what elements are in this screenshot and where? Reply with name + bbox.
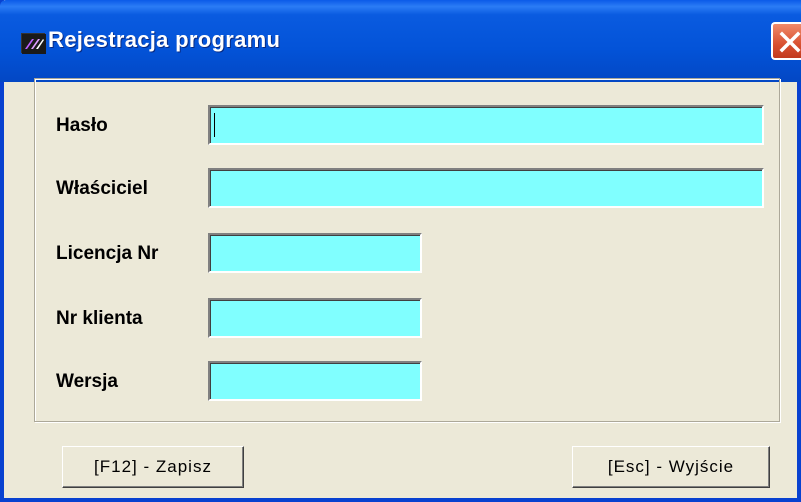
license-number-label: Licencja Nr xyxy=(56,243,159,264)
license-number-input[interactable] xyxy=(208,233,422,273)
version-label: Wersja xyxy=(56,371,118,392)
password-label: Hasło xyxy=(56,115,108,136)
app-logo-icon xyxy=(21,33,46,54)
window-title: Rejestracja programu xyxy=(48,27,281,52)
save-button[interactable]: [F12] - Zapisz xyxy=(62,446,244,488)
close-icon xyxy=(779,31,801,53)
version-input[interactable] xyxy=(208,361,422,401)
owner-label: Właściciel xyxy=(56,178,148,199)
client-number-label: Nr klienta xyxy=(56,308,143,329)
exit-button[interactable]: [Esc] - Wyjście xyxy=(572,446,770,488)
client-number-input[interactable] xyxy=(208,298,422,338)
text-caret xyxy=(214,113,215,137)
owner-input[interactable] xyxy=(208,168,764,208)
close-button[interactable] xyxy=(771,22,801,60)
password-input[interactable] xyxy=(208,105,764,145)
title-bar[interactable]: Rejestracja programu xyxy=(0,0,801,82)
